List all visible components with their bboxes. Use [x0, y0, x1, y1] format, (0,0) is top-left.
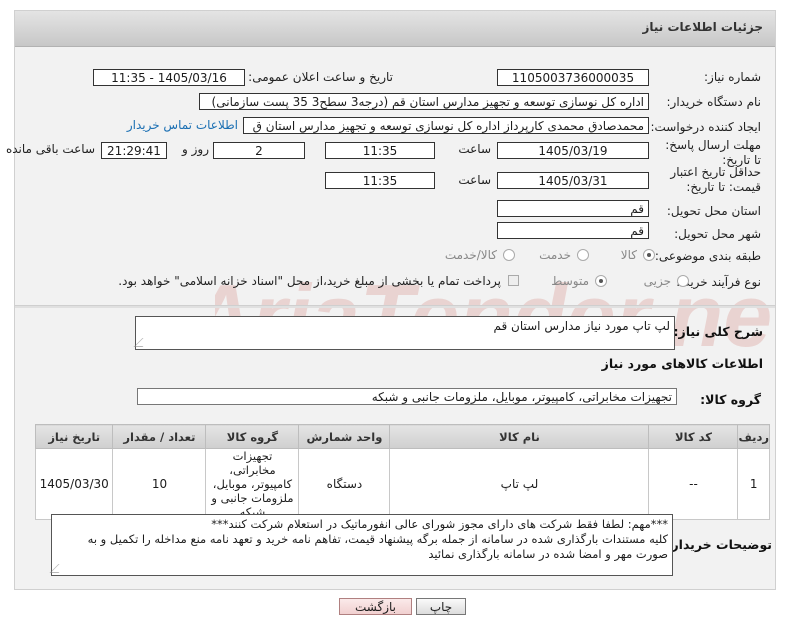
days-label: روز و [182, 142, 209, 156]
province-field: قم [497, 200, 649, 217]
price-validity-time-field: 11:35 [325, 172, 435, 189]
table-row: 1 -- لپ تاپ دستگاه تجهیزات مخابراتی، کام… [34, 448, 770, 520]
category-radio-goods[interactable] [643, 249, 655, 261]
category-radio-service[interactable] [577, 249, 589, 261]
price-validity-date-field: 1405/03/31 [497, 172, 649, 189]
deadline-date-field: 1405/03/19 [497, 142, 649, 159]
category-option-goods-service: کالا/خدمت [444, 248, 497, 262]
col-date-header: تاریخ نیاز [34, 424, 114, 449]
category-option-goods: کالا [620, 248, 637, 262]
announce-field: 1405/03/16 - 11:35 [93, 69, 245, 86]
announce-label: تاریخ و ساعت اعلان عمومی: [248, 70, 393, 84]
process-radio-minor[interactable] [677, 275, 689, 287]
resize-grip-icon[interactable] [49, 564, 68, 573]
process-option-minor: جزیی [643, 274, 671, 288]
cell-goods-code: -- [648, 448, 739, 520]
treasury-payment-checkbox[interactable] [508, 275, 519, 286]
cell-quantity: 10 [112, 448, 207, 520]
panel-title: جزئیات اطلاعات نیاز [642, 20, 763, 34]
col-name-header: نام کالا [389, 424, 650, 449]
deadline-time-label: ساعت [458, 142, 491, 156]
deadline-label: مهلت ارسال پاسخ: تا تاریخ: [665, 138, 761, 167]
panel-titlebar: جزئیات اطلاعات نیاز [15, 11, 775, 47]
summary-field: لپ تاپ مورد نیاز مدارس استان قم [133, 316, 675, 350]
need-number-field: 1105003736000035 [497, 69, 649, 86]
col-qty-header: تعداد / مقدار [112, 424, 207, 449]
print-button[interactable]: چاپ [416, 598, 466, 615]
cell-row-number: 1 [737, 448, 770, 520]
creator-field: محمدصادق محمدی کارپرداز اداره کل نوسازی … [243, 117, 649, 134]
buyer-notes-line-2: کلیه مستندات بارگذاری شده در سامانه از ج… [87, 532, 668, 561]
buyer-contact-link[interactable]: اطلاعات تماس خریدار [127, 118, 238, 132]
col-code-header: کد کالا [648, 424, 739, 449]
buyer-field: اداره کل نوسازی توسعه و تجهیز مدارس استا… [199, 93, 649, 110]
remaining-label: ساعت باقی مانده [5, 142, 95, 156]
goods-info-title: اطلاعات کالاهای مورد نیاز [601, 356, 763, 371]
col-row-header: ردیف [737, 424, 770, 449]
cell-goods-name: لپ تاپ [389, 448, 650, 520]
process-option-medium: متوسط [551, 274, 589, 288]
back-button[interactable]: بازگشت [339, 598, 412, 615]
resize-grip-icon[interactable] [133, 338, 152, 347]
need-number-label: شماره نیاز: [704, 70, 761, 84]
col-unit-header: واحد شمارش [298, 424, 391, 449]
goods-table: ردیف کد کالا نام کالا واحد شمارش گروه کا… [34, 424, 770, 520]
price-validity-label: حداقل تاریخ اعتبار قیمت: تا تاریخ: [670, 165, 761, 194]
cell-goods-group: تجهیزات مخابراتی، کامپیوتر، موبایل، ملزو… [205, 448, 300, 520]
buyer-label: نام دستگاه خریدار: [666, 95, 762, 109]
creator-label: ایجاد کننده درخواست: [650, 120, 761, 134]
province-label: استان محل تحویل: [666, 204, 761, 218]
price-validity-time-label: ساعت [458, 173, 491, 187]
summary-label: شرح کلی نیاز: [673, 324, 763, 339]
col-group-header: گروه کالا [205, 424, 300, 449]
treasury-payment-note: پرداخت تمام یا بخشی از مبلغ خرید،از محل … [118, 274, 501, 288]
summary-text: لپ تاپ مورد نیاز مدارس استان قم [493, 319, 670, 333]
cell-need-date: 1405/03/30 [34, 448, 114, 520]
buyer-notes-label: توضیحات خریدار: [666, 537, 772, 552]
goods-group-field: تجهیزات مخابراتی، کامپیوتر، موبایل، ملزو… [137, 388, 677, 405]
process-radio-medium[interactable] [595, 275, 607, 287]
section-divider [15, 305, 775, 308]
deadline-time-field: 11:35 [325, 142, 435, 159]
buyer-notes-line-1: ***مهم: لطفا فقط شرکت های دارای مجوز شور… [211, 517, 668, 531]
remaining-time-field: 21:29:41 [101, 142, 167, 159]
cell-unit: دستگاه [298, 448, 391, 520]
buyer-notes-field: ***مهم: لطفا فقط شرکت های دارای مجوز شور… [49, 514, 673, 576]
goods-group-label: گروه کالا: [700, 392, 761, 407]
days-field: 2 [213, 142, 305, 159]
category-option-service: خدمت [539, 248, 571, 262]
category-radio-goods-service[interactable] [503, 249, 515, 261]
category-label: طبقه بندی موضوعی: [654, 249, 761, 263]
city-label: شهر محل تحویل: [674, 227, 761, 241]
city-field: قم [497, 222, 649, 239]
goods-table-header: ردیف کد کالا نام کالا واحد شمارش گروه کا… [34, 424, 770, 449]
